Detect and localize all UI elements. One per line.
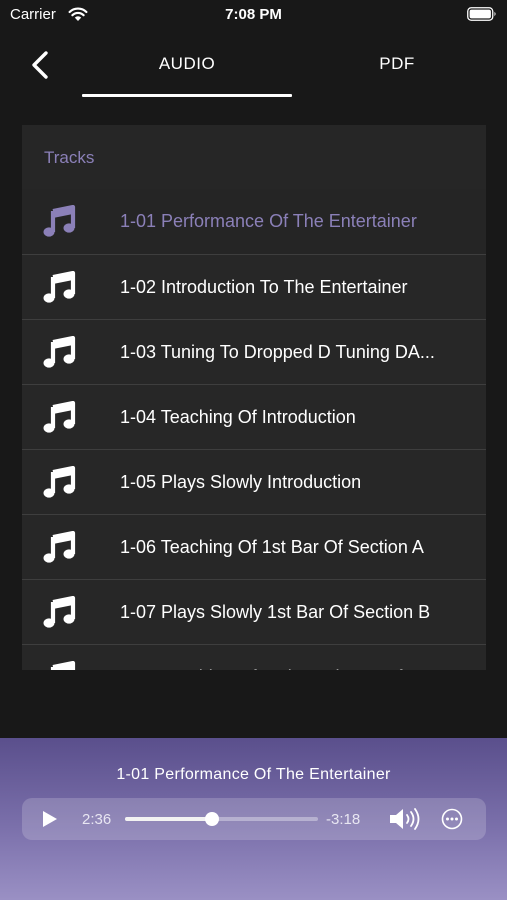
track-title: 1-07 Plays Slowly 1st Bar Of Section B [120, 602, 431, 622]
tab-pdf[interactable]: PDF [292, 54, 502, 74]
track-row[interactable]: 1-03 Tuning To Dropped D Tuning DA... [22, 319, 486, 384]
tracks-header: Tracks [44, 148, 95, 167]
music-note-icon [43, 596, 76, 628]
battery-icon [467, 7, 496, 21]
music-note-icon [43, 271, 76, 303]
track-title: 1-01 Performance Of The Entertainer [120, 211, 417, 231]
track-row[interactable]: 1-04 Teaching Of Introduction [22, 384, 486, 449]
music-note-icon [50, 661, 76, 670]
play-icon[interactable] [40, 809, 60, 829]
progress-fill [125, 817, 212, 821]
volume-icon[interactable] [388, 807, 422, 831]
tab-audio[interactable]: AUDIO [82, 54, 292, 74]
music-note-icon [43, 205, 76, 237]
track-title: 1-03 Tuning To Dropped D Tuning DA... [120, 342, 435, 362]
music-note-icon [43, 336, 76, 368]
track-row[interactable]: 1-06 Teaching Of 1st Bar Of Section A [22, 514, 486, 579]
track-title: 1-05 Plays Slowly Introduction [120, 472, 362, 492]
now-playing-title: 1-01 Performance Of The Entertainer [116, 766, 391, 783]
top-navigation: AUDIO PDF [0, 36, 507, 98]
track-row[interactable]: 1-08 Teaching Of 2nd To 4th Bar Of S... [22, 644, 486, 670]
track-title: 1-04 Teaching Of Introduction [120, 407, 356, 427]
progress-slider[interactable] [125, 812, 318, 826]
chevron-left-icon[interactable] [26, 48, 56, 82]
selected-tab-indicator [82, 94, 292, 97]
remaining-time: -3:18 [326, 811, 361, 828]
track-title: 1-02 Introduction To The Entertainer [120, 277, 408, 297]
more-icon[interactable] [441, 808, 463, 830]
music-note-icon [43, 531, 76, 563]
track-title: 1-08 Teaching Of 2nd To 4th Bar Of S... [120, 667, 470, 670]
elapsed-time: 2:36 [82, 811, 112, 828]
status-time: 7:08 PM [225, 6, 282, 23]
track-title: 1-06 Teaching Of 1st Bar Of Section A [120, 537, 424, 557]
status-bar: Carrier 7:08 PM [0, 0, 507, 30]
track-row[interactable]: 1-05 Plays Slowly Introduction [22, 449, 486, 514]
track-row[interactable]: 1-01 Performance Of The Entertainer [22, 189, 486, 254]
tracks-list[interactable]: Tracks 1-01 Performance Of The Entertain… [22, 125, 486, 670]
track-row[interactable]: 1-07 Plays Slowly 1st Bar Of Section B [22, 579, 486, 644]
music-note-icon [43, 466, 76, 498]
track-rows: 1-01 Performance Of The Entertainer 1-02 … [22, 189, 486, 670]
audio-player: 1-01 Performance Of The Entertainer 2:36… [0, 738, 507, 900]
progress-knob[interactable] [205, 812, 219, 826]
track-row[interactable]: 1-02 Introduction To The Entertainer [22, 254, 486, 319]
music-note-icon [43, 401, 76, 433]
player-controls: 2:36 -3:18 [22, 798, 486, 840]
